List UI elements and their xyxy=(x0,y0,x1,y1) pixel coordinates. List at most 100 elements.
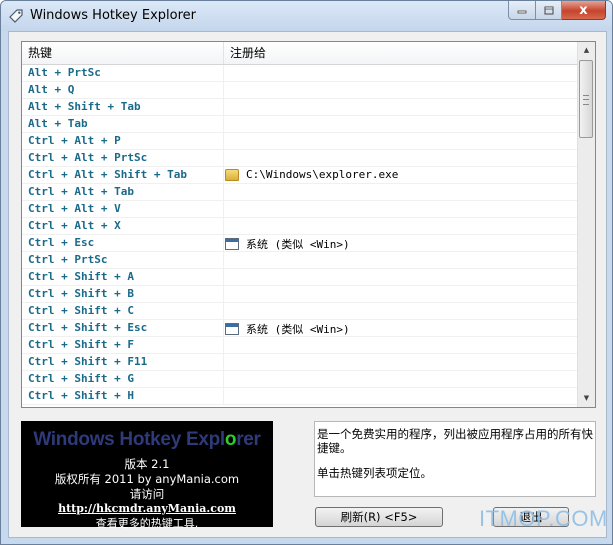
close-button[interactable]: x xyxy=(562,1,606,20)
hotkey-cell: Ctrl + Shift + F11 xyxy=(28,355,148,368)
window-icon xyxy=(225,238,239,250)
owner-text: 系统 (类似 <Win>) xyxy=(246,238,350,251)
table-row[interactable]: Ctrl + Shift + C xyxy=(22,303,578,320)
column-divider xyxy=(223,133,224,149)
column-divider xyxy=(223,337,224,353)
info-box: 是一个免费实用的程序，列出被应用程序占用的所有快捷键。 单击热键列表项定位。 xyxy=(314,421,596,497)
minimize-button[interactable] xyxy=(508,1,536,20)
website-link[interactable]: http://hkcmdr.anyMania.com xyxy=(21,501,273,515)
visit-text: 请访问 xyxy=(129,487,165,501)
close-icon: x xyxy=(579,2,588,18)
folder-icon xyxy=(225,168,239,181)
table-row[interactable]: Ctrl + Alt + V xyxy=(22,201,578,218)
table-row[interactable]: Ctrl + Alt + PrtSc xyxy=(22,150,578,167)
table-row[interactable]: Ctrl + Esc 系统 (类似 <Win>) xyxy=(22,235,578,252)
table-row[interactable]: Ctrl + Alt + P xyxy=(22,133,578,150)
keyboard-tag-icon xyxy=(9,9,23,23)
maximize-icon xyxy=(544,6,553,14)
vertical-scrollbar[interactable]: ▲ ▼ xyxy=(577,42,595,407)
column-divider xyxy=(223,252,224,268)
hotkey-cell: Alt + PrtSc xyxy=(28,66,101,79)
column-divider xyxy=(223,320,224,336)
window-icon xyxy=(225,323,239,335)
column-divider xyxy=(223,150,224,166)
hotkey-cell: Ctrl + Shift + F xyxy=(28,338,134,351)
hotkey-cell: Ctrl + Shift + A xyxy=(28,270,134,283)
table-row[interactable]: Alt + Shift + Tab xyxy=(22,99,578,116)
table-row[interactable]: Ctrl + Alt + X xyxy=(22,218,578,235)
watermark: ITMOP.COM xyxy=(479,506,608,531)
column-divider xyxy=(223,371,224,387)
hotkey-cell: Alt + Q xyxy=(28,83,75,96)
table-row[interactable]: Ctrl + Alt + Shift + Tab C:\Windows\explo… xyxy=(22,167,578,184)
main-window: Windows Hotkey Explorer x 热键 注册给 Alt + P… xyxy=(0,0,613,545)
table-row[interactable]: Alt + PrtSc xyxy=(22,65,578,82)
table-row[interactable]: Alt + Tab xyxy=(22,116,578,133)
hotkey-cell: Ctrl + Esc xyxy=(28,236,95,249)
column-header-registered-to[interactable]: 注册给 xyxy=(224,42,578,64)
column-divider xyxy=(223,269,224,285)
maximize-button[interactable] xyxy=(536,1,562,20)
table-row[interactable]: Ctrl + PrtSc xyxy=(22,252,578,269)
description-text: 是一个免费实用的程序，列出被应用程序占用的所有快捷键。 xyxy=(317,427,593,455)
hotkey-cell: Ctrl + Shift + G xyxy=(28,372,134,385)
client-area: 热键 注册给 Alt + PrtSc Alt + Q Alt + Shift + T… xyxy=(8,31,607,538)
list-rows: Alt + PrtSc Alt + Q Alt + Shift + Tab Alt +… xyxy=(22,65,578,405)
owner-cell: 系统 (类似 <Win>) xyxy=(225,236,350,252)
column-divider xyxy=(223,82,224,98)
grip-icon xyxy=(583,95,589,105)
table-row[interactable]: Ctrl + Shift + G xyxy=(22,371,578,388)
column-divider xyxy=(223,388,224,404)
hotkey-cell: Ctrl + Alt + V xyxy=(28,202,121,215)
title-bar[interactable]: Windows Hotkey Explorer x xyxy=(1,1,612,31)
refresh-button[interactable]: 刷新(R) <F5> xyxy=(315,507,443,527)
column-divider xyxy=(223,218,224,234)
hotkey-cell: Ctrl + Alt + Shift + Tab xyxy=(28,168,187,181)
column-header-hotkey[interactable]: 热键 xyxy=(22,42,224,64)
column-divider xyxy=(223,167,224,183)
owner-cell: 系统 (类似 <Win>) xyxy=(225,321,350,337)
list-header: 热键 注册给 xyxy=(22,42,578,65)
hotkey-cell: Ctrl + Shift + B xyxy=(28,287,134,300)
about-banner: Windows Hotkey Explorer 版本 2.1 版权所有 2011… xyxy=(21,421,273,530)
column-divider xyxy=(223,303,224,319)
hotkey-cell: Ctrl + Alt + PrtSc xyxy=(28,151,148,164)
scroll-up-arrow-icon[interactable]: ▲ xyxy=(578,42,595,59)
column-divider xyxy=(223,235,224,251)
column-divider xyxy=(223,201,224,217)
column-divider xyxy=(223,65,224,81)
table-row[interactable]: Ctrl + Shift + F11 xyxy=(22,354,578,371)
hotkey-cell: Ctrl + Alt + X xyxy=(28,219,121,232)
copyright-text: 版权所有 2011 by anyMania.com xyxy=(54,472,240,486)
owner-text: C:\Windows\explorer.exe xyxy=(246,168,399,181)
table-row[interactable]: Ctrl + Shift + A xyxy=(22,269,578,286)
owner-text: 系统 (类似 <Win>) xyxy=(246,323,350,336)
hotkey-cell: Alt + Shift + Tab xyxy=(28,100,141,113)
window-controls: x xyxy=(508,1,606,20)
column-divider xyxy=(223,184,224,200)
hotkey-cell: Ctrl + Shift + Esc xyxy=(28,321,148,334)
table-row[interactable]: Alt + Q xyxy=(22,82,578,99)
column-divider xyxy=(223,354,224,370)
table-row[interactable]: Ctrl + Shift + F xyxy=(22,337,578,354)
column-divider xyxy=(223,116,224,132)
hotkey-cell: Ctrl + PrtSc xyxy=(28,253,108,266)
table-row[interactable]: Ctrl + Shift + B xyxy=(22,286,578,303)
owner-cell: C:\Windows\explorer.exe xyxy=(225,168,398,181)
column-divider xyxy=(223,99,224,115)
hotkey-cell: Ctrl + Shift + C xyxy=(28,304,134,317)
hotkey-list[interactable]: 热键 注册给 Alt + PrtSc Alt + Q Alt + Shift + T… xyxy=(21,41,596,408)
hint-text: 单击热键列表项定位。 xyxy=(317,466,432,480)
app-logo: Windows Hotkey Explorer xyxy=(33,429,261,450)
table-row[interactable]: Ctrl + Alt + Tab xyxy=(22,184,578,201)
window-title: Windows Hotkey Explorer xyxy=(30,8,197,23)
column-divider xyxy=(223,286,224,302)
scroll-down-arrow-icon[interactable]: ▼ xyxy=(578,390,595,407)
more-tools-text: 查看更多的热键工具. xyxy=(95,517,199,530)
version-text: 版本 2.1 xyxy=(124,457,170,471)
table-row[interactable]: Ctrl + Shift + H xyxy=(22,388,578,405)
hotkey-cell: Ctrl + Shift + H xyxy=(28,389,134,402)
scroll-thumb[interactable] xyxy=(579,60,593,138)
hotkey-cell: Alt + Tab xyxy=(28,117,88,130)
table-row[interactable]: Ctrl + Shift + Esc 系统 (类似 <Win>) xyxy=(22,320,578,337)
